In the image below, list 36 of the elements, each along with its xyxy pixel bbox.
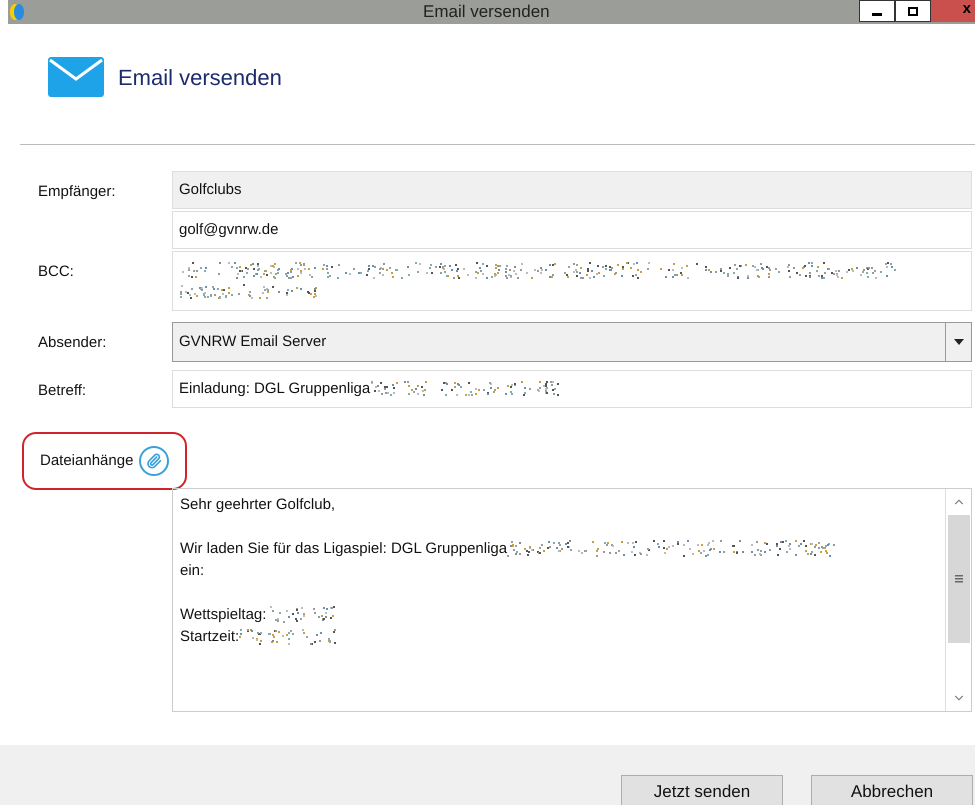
field-value: Golfclubs <box>179 180 242 200</box>
field-label: BCC: <box>38 262 75 282</box>
window-title: Email versenden <box>423 1 550 24</box>
scrollbar-thumb[interactable] <box>948 515 970 643</box>
message-line: Wettspieltag: <box>180 605 266 625</box>
message-line: Sehr geehrter Golfclub, <box>180 495 336 515</box>
scrollbar[interactable] <box>945 489 971 711</box>
sender-dropdown[interactable]: GVNRW Email Server <box>172 322 972 362</box>
app-icon <box>10 3 24 21</box>
field-value: Einladung: DGL Gruppenliga <box>179 378 370 399</box>
dialog-button[interactable]: Abbrechen <box>811 775 973 805</box>
bcc-field[interactable] <box>172 251 972 311</box>
field-label: Absender: <box>38 333 108 353</box>
minimize-icon <box>872 12 882 16</box>
message-line: Wir laden Sie für das Ligaspiel: DGL Gruppenliga <box>180 539 508 559</box>
dropdown-value: GVNRW Email Server <box>178 332 328 352</box>
dialog-button[interactable]: Jetzt senden <box>621 775 783 805</box>
field-label: Empfänger: <box>38 182 117 202</box>
field-label: Betreff: <box>38 381 88 401</box>
dropdown-arrow-icon <box>954 339 964 345</box>
grip-icon <box>954 575 962 583</box>
field-value: golf@gvnrw.de <box>179 220 278 240</box>
envelope-icon <box>48 57 104 97</box>
minimize-button[interactable] <box>859 0 895 22</box>
maximize-icon <box>908 6 918 16</box>
maximize-button[interactable] <box>895 0 931 22</box>
close-button[interactable]: x <box>931 0 975 22</box>
paperclip-icon[interactable] <box>139 446 170 476</box>
message-line: ein: <box>180 561 204 581</box>
text-field[interactable]: Golfclubs <box>172 171 972 209</box>
attachments-label: Dateianhänge <box>40 450 134 471</box>
message-line: Startzeit: <box>180 627 240 647</box>
text-field[interactable]: golf@gvnrw.de <box>172 211 972 249</box>
dialog-heading: Email versenden <box>118 64 282 92</box>
message-body-field[interactable]: Sehr geehrter Golfclub, Wir laden Sie für das Ligaspiel: DGL Gruppenliga ein: Wettspieltag: Startzeit: <box>172 488 972 712</box>
text-field[interactable]: Einladung: DGL Gruppenliga <box>172 370 972 408</box>
